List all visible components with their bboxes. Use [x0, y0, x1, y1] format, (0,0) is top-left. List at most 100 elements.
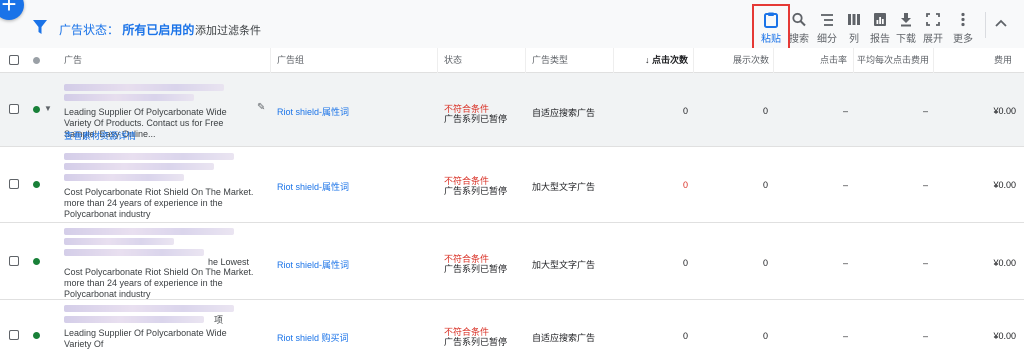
col-ctr[interactable]: 点击率 [820, 48, 847, 72]
filter-value: 所有已启用的 [122, 23, 195, 37]
impressions-value: 0 [762, 331, 768, 341]
status-dot-header [33, 57, 40, 64]
segment-button[interactable]: 细分 [813, 12, 841, 45]
blurred-headline [64, 316, 204, 323]
impressions-value: 0 [762, 106, 768, 116]
col-ad-type[interactable]: 广告类型 [532, 48, 568, 72]
table-row[interactable]: 项 Leading Supplier Of Polycarbonate Wide… [0, 300, 1024, 349]
clicks-value: 0 [682, 106, 688, 116]
expand-icon [926, 13, 940, 26]
ad-type: 加大型文字广告 [532, 260, 596, 270]
ctr-value: – [842, 106, 848, 116]
segment-label: 细分 [817, 34, 837, 45]
ad-group-link[interactable]: Riot shield 购买词 [277, 331, 349, 344]
col-ad[interactable]: 广告 [64, 48, 82, 72]
cost-value: ¥0.00 [993, 331, 1016, 341]
ctr-value: – [842, 180, 848, 190]
expand-button[interactable]: 展开 [919, 12, 947, 45]
table-toolbar: + 广告状态： 所有已启用的 添加过滤条件 粘贴 搜索 细分 列 报告 下载 展… [0, 0, 1024, 49]
toolbar-divider [985, 12, 986, 38]
clicks-value: 0 [682, 258, 688, 268]
download-icon [901, 13, 911, 27]
more-button[interactable]: 更多 [949, 12, 977, 45]
avg-cpc-value: – [922, 180, 928, 190]
avg-cpc-value: – [922, 106, 928, 116]
download-button[interactable]: 下载 [892, 12, 920, 45]
status-note: 广告系列已暂停 [444, 114, 508, 124]
filter-label: 广告状态： [59, 23, 120, 37]
select-all-checkbox[interactable] [9, 55, 19, 65]
blurred-headline [64, 249, 204, 256]
ad-type: 自适应搜索广告 [532, 108, 596, 118]
enabled-status-dot[interactable] [33, 106, 40, 113]
expand-label: 展开 [923, 34, 943, 45]
blurred-headline [64, 305, 234, 312]
blurred-headline [64, 94, 194, 101]
row-checkbox[interactable] [9, 256, 19, 266]
row-checkbox[interactable] [9, 104, 19, 114]
ctr-value: – [842, 331, 848, 341]
col-impressions[interactable]: 展示次数 [733, 48, 769, 72]
table-row[interactable]: ▼ Leading Supplier Of Polycarbonate Wide… [0, 73, 1024, 147]
search-label: 搜索 [789, 34, 809, 45]
create-button[interactable]: + [0, 0, 24, 20]
segment-icon [821, 14, 833, 26]
table-header: 广告 广告组 状态 广告类型 ↓ 点击次数 展示次数 点击率 平均每次点击费用 … [0, 48, 1024, 73]
more-icon [961, 12, 965, 27]
add-filter-button[interactable]: 添加过滤条件 [195, 22, 261, 38]
report-button[interactable]: 报告 [866, 12, 894, 45]
ad-group-link[interactable]: Riot shield-属性词 [277, 258, 349, 271]
status-filter-chip[interactable]: 广告状态： 所有已启用的 [59, 21, 194, 38]
ad-description-fragment: 项 [214, 315, 224, 325]
filter-icon[interactable] [33, 20, 47, 34]
avg-cpc-value: – [922, 331, 928, 341]
clicks-value: 0 [682, 331, 688, 341]
table-row[interactable]: he Lowest Cost Polycarbonate Riot Shield… [0, 223, 1024, 300]
ad-group-link[interactable]: Riot shield-属性词 [277, 180, 349, 193]
col-status[interactable]: 状态 [444, 48, 462, 72]
col-cost[interactable]: 费用 [994, 48, 1012, 72]
impressions-value: 0 [762, 258, 768, 268]
avg-cpc-value: – [922, 258, 928, 268]
status-note: 广告系列已暂停 [444, 264, 508, 274]
report-icon [874, 13, 886, 26]
status-note: 广告系列已暂停 [444, 337, 508, 347]
enabled-status-dot[interactable] [33, 332, 40, 339]
sort-arrow-icon: ↓ [645, 55, 653, 65]
table-row[interactable]: Cost Polycarbonate Riot Shield On The Ma… [0, 147, 1024, 223]
ad-group-link[interactable]: Riot shield-属性词 [277, 105, 349, 118]
ad-type: 加大型文字广告 [532, 182, 596, 192]
enabled-status-dot[interactable] [33, 258, 40, 265]
search-icon [792, 12, 806, 27]
impressions-value: 0 [762, 180, 768, 190]
blurred-headline [64, 174, 184, 181]
col-avg-cpc[interactable]: 平均每次点击费用 [857, 48, 929, 72]
cost-value: ¥0.00 [993, 258, 1016, 268]
ad-description: Leading Supplier Of Polycarbonate Wide V… [64, 328, 227, 349]
columns-icon [848, 14, 860, 25]
report-label: 报告 [870, 34, 890, 45]
row-checkbox[interactable] [9, 179, 19, 189]
blurred-headline [64, 163, 214, 170]
ad-description: Cost Polycarbonate Riot Shield On The Ma… [64, 267, 254, 299]
blurred-headline [64, 84, 224, 91]
clicks-value: 0 [682, 180, 688, 190]
chevron-up-icon[interactable] [995, 18, 1007, 28]
blurred-headline [64, 153, 234, 160]
ctr-value: – [842, 258, 848, 268]
col-clicks[interactable]: ↓ 点击次数 [645, 48, 688, 72]
col-clicks-label: 点击次数 [652, 55, 689, 65]
cost-value: ¥0.00 [993, 180, 1016, 190]
cost-value: ¥0.00 [993, 106, 1016, 116]
view-assets-link[interactable]: 查看素材资源详情 [64, 129, 136, 142]
pencil-icon[interactable]: ✎ [257, 102, 265, 113]
enabled-status-dot[interactable] [33, 181, 40, 188]
caret-down-icon[interactable]: ▼ [44, 104, 52, 113]
status-note: 广告系列已暂停 [444, 186, 508, 196]
columns-button[interactable]: 列 [840, 12, 868, 45]
blurred-headline [64, 238, 174, 245]
columns-label: 列 [849, 34, 859, 45]
col-ad-group[interactable]: 广告组 [277, 48, 304, 72]
ad-type: 自适应搜索广告 [532, 333, 596, 343]
more-label: 更多 [953, 34, 973, 45]
